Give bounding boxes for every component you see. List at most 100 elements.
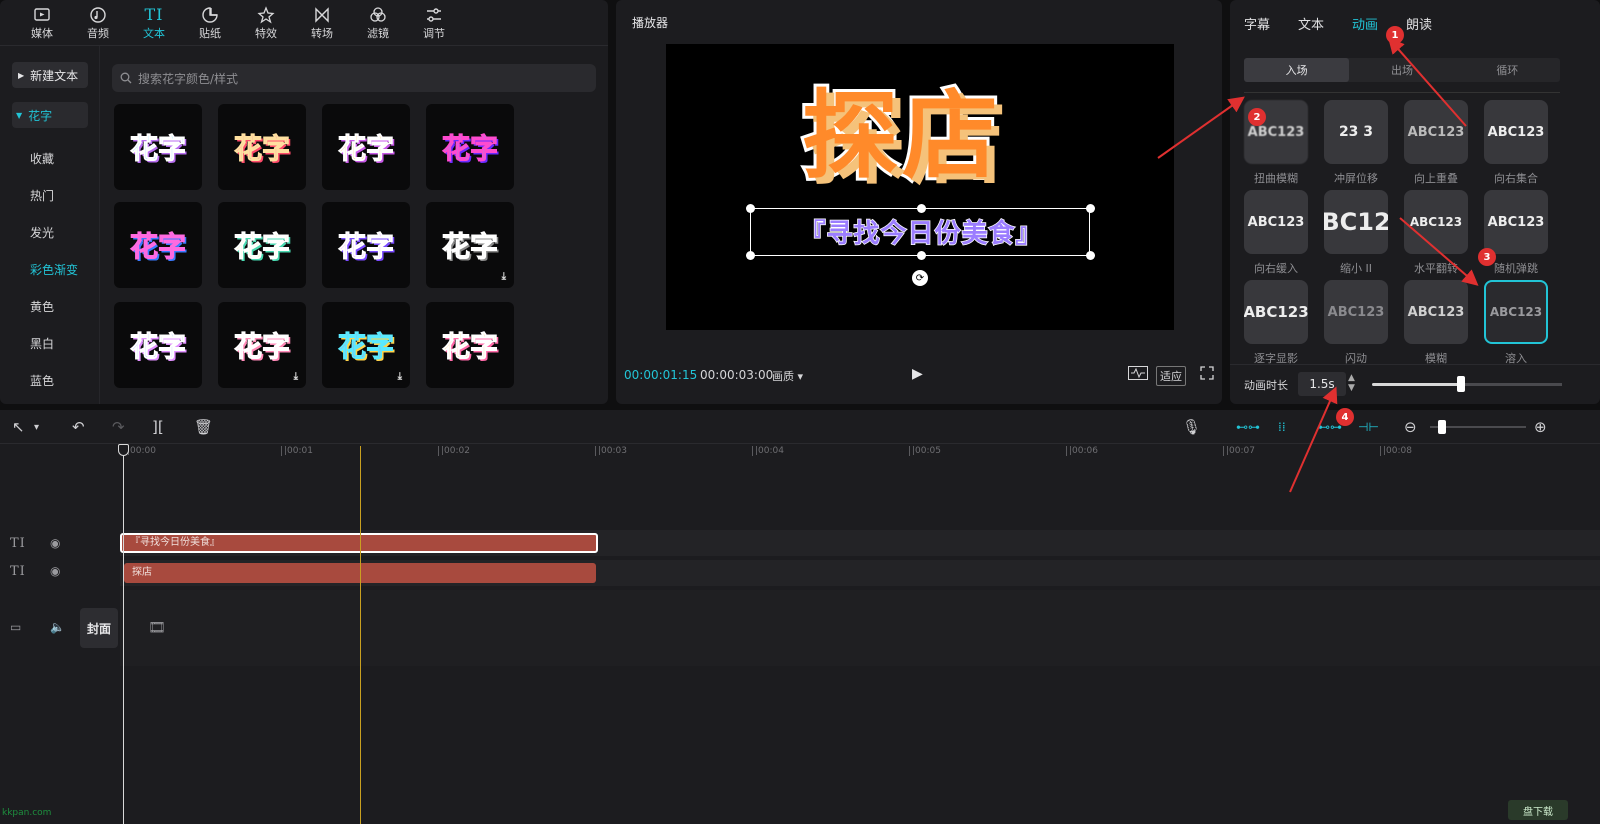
playhead-handle[interactable] [118, 444, 129, 456]
fancy-text-tile[interactable]: 花字 [322, 202, 410, 288]
tab-animation[interactable]: 动画 [1352, 14, 1378, 33]
microphone-icon[interactable]: 🎙 [1182, 418, 1201, 436]
duration-slider-handle[interactable] [1457, 376, 1466, 392]
snap-link-icon[interactable]: ⁞⁞ [1278, 420, 1286, 434]
sidebar-item-favorites[interactable]: 收藏 [30, 150, 54, 167]
resize-handle[interactable] [1086, 204, 1095, 213]
tab-filter[interactable]: 滤镜 [350, 0, 406, 45]
waveform-button[interactable] [1128, 366, 1148, 383]
fullscreen-button[interactable] [1200, 366, 1214, 383]
animation-preset[interactable]: ABC123 [1324, 280, 1388, 344]
fancy-text-tile[interactable]: 花字 ⤓ [426, 202, 514, 288]
select-tool-icon[interactable]: ↖ [12, 418, 25, 436]
delete-icon[interactable]: 🗑 [194, 418, 213, 436]
animation-preset[interactable]: 23 3 [1324, 100, 1388, 164]
animation-preset[interactable]: ABC123 [1484, 190, 1548, 254]
fancy-text-tile[interactable]: 花字 [426, 104, 514, 190]
media-icon [33, 5, 51, 25]
animation-preset[interactable]: ABC123 [1244, 190, 1308, 254]
animation-preset[interactable]: ABC123 [1404, 280, 1468, 344]
tab-read-aloud[interactable]: 朗读 [1406, 14, 1432, 33]
animation-preset-selected[interactable]: ABC123 [1484, 280, 1548, 344]
tab-effects[interactable]: 特效 [238, 0, 294, 45]
fancy-text-tile[interactable]: 花字 [114, 202, 202, 288]
time-ruler[interactable]: |00:00 |00:01 |00:02 |00:03 |00:04 |00:05 |00:… [120, 446, 1600, 458]
tab-media[interactable]: 媒体 [14, 0, 70, 45]
fit-button[interactable]: 适应 [1156, 366, 1186, 386]
zoom-in-icon[interactable]: ⊕ [1534, 418, 1547, 436]
download-icon[interactable]: ⤓ [502, 271, 506, 282]
sidebar-item-yellow[interactable]: 黄色 [30, 298, 54, 315]
chevron-down-icon[interactable]: ▾ [34, 422, 39, 433]
duration-slider-track[interactable] [1461, 383, 1562, 386]
sidebar-item-bw[interactable]: 黑白 [30, 335, 54, 352]
preview-canvas[interactable]: 探店 『寻找今日份美食』 ⟳ [666, 44, 1174, 330]
animation-preset[interactable]: ABC123 [1404, 190, 1468, 254]
resize-handle[interactable] [1086, 251, 1095, 260]
play-icon: ▶ [912, 366, 923, 382]
film-icon: 🎞 [148, 620, 166, 636]
tab-subtitle[interactable]: 字幕 [1244, 14, 1270, 33]
cover-button[interactable]: 封面 [80, 608, 118, 648]
tab-adjust[interactable]: 调节 [406, 0, 462, 45]
fancy-text-tile[interactable]: 花字 ⤓ [218, 302, 306, 388]
resize-handle[interactable] [917, 251, 926, 260]
sidebar-item-hot[interactable]: 热门 [30, 187, 54, 204]
rotate-icon[interactable]: ⟳ [912, 270, 928, 286]
eye-icon[interactable]: ◉ [50, 564, 60, 578]
redo-icon[interactable]: ↷ [112, 418, 125, 436]
align-icon[interactable]: ⊣⊢ [1358, 420, 1379, 434]
seg-in[interactable]: 入场 [1244, 58, 1350, 82]
chevron-down-icon: ▼ [1348, 383, 1355, 393]
tab-sticker[interactable]: 贴纸 [182, 0, 238, 45]
resize-handle[interactable] [917, 204, 926, 213]
fancy-text-tile[interactable]: 花字 [114, 104, 202, 190]
animation-preset[interactable]: BC12 [1324, 190, 1388, 254]
resize-handle[interactable] [746, 204, 755, 213]
undo-icon[interactable]: ↶ [72, 418, 85, 436]
animation-preset[interactable]: ABC123 [1244, 280, 1308, 344]
duration-input[interactable]: 1.5s [1298, 372, 1346, 396]
tab-transition[interactable]: 转场 [294, 0, 350, 45]
quality-dropdown[interactable]: 画质 ▾ [772, 368, 803, 384]
download-icon[interactable]: ⤓ [294, 371, 298, 382]
fancy-text-tile[interactable]: 花字 [114, 302, 202, 388]
zoom-slider-handle[interactable] [1438, 420, 1446, 434]
search-input[interactable]: 搜索花字颜色/样式 [112, 64, 596, 92]
fancy-text-tile[interactable]: 花字 [426, 302, 514, 388]
speaker-icon[interactable]: 🔈 [50, 620, 65, 634]
snap-main-icon[interactable]: ⊷⊶ [1236, 420, 1260, 434]
tab-text[interactable]: TI 文本 [126, 0, 182, 45]
fancy-text-tile[interactable]: 花字 [218, 202, 306, 288]
fancy-text-tile[interactable]: 花字 ⤓ [322, 302, 410, 388]
duration-stepper[interactable]: ▲ ▼ [1348, 373, 1355, 393]
split-icon[interactable]: ][ [152, 418, 164, 436]
caret-right-icon: ▶ [18, 70, 25, 80]
preview-main-text[interactable]: 探店 [799, 80, 1002, 191]
zoom-out-icon[interactable]: ⊖ [1404, 418, 1417, 436]
download-icon[interactable]: ⤓ [398, 371, 402, 382]
sidebar-item-blue[interactable]: 蓝色 [30, 372, 54, 389]
search-icon [120, 72, 132, 84]
sidebar-item-gradient[interactable]: 彩色渐变 [30, 261, 78, 278]
new-text-button[interactable]: ▶ 新建文本 [12, 62, 88, 88]
tab-audio[interactable]: 音频 [70, 0, 126, 45]
sidebar-section-fancy-text[interactable]: ▼ 花字 [12, 102, 88, 128]
eye-icon[interactable]: ◉ [50, 536, 60, 550]
seg-out[interactable]: 出场 [1349, 58, 1454, 82]
tab-transition-label: 转场 [311, 26, 333, 40]
text-clip-subtitle[interactable]: 『寻找今日份美食』 [120, 533, 598, 553]
animation-preset[interactable]: ABC123 [1484, 100, 1548, 164]
resize-handle[interactable] [746, 251, 755, 260]
seg-loop[interactable]: 循环 [1455, 58, 1560, 82]
text-selection-box[interactable]: 『寻找今日份美食』 [746, 204, 1095, 260]
audio-icon [89, 5, 107, 25]
tab-text-props[interactable]: 文本 [1298, 14, 1324, 33]
sidebar-item-glow[interactable]: 发光 [30, 224, 54, 241]
play-button[interactable]: ▶ [912, 366, 923, 382]
animation-preset[interactable]: ABC123 [1404, 100, 1468, 164]
fancy-text-tile[interactable]: 花字 [218, 104, 306, 190]
fancy-text-tile[interactable]: 花字 [322, 104, 410, 190]
preset-label: 水平翻转 [1414, 262, 1458, 275]
playhead[interactable] [123, 446, 124, 824]
